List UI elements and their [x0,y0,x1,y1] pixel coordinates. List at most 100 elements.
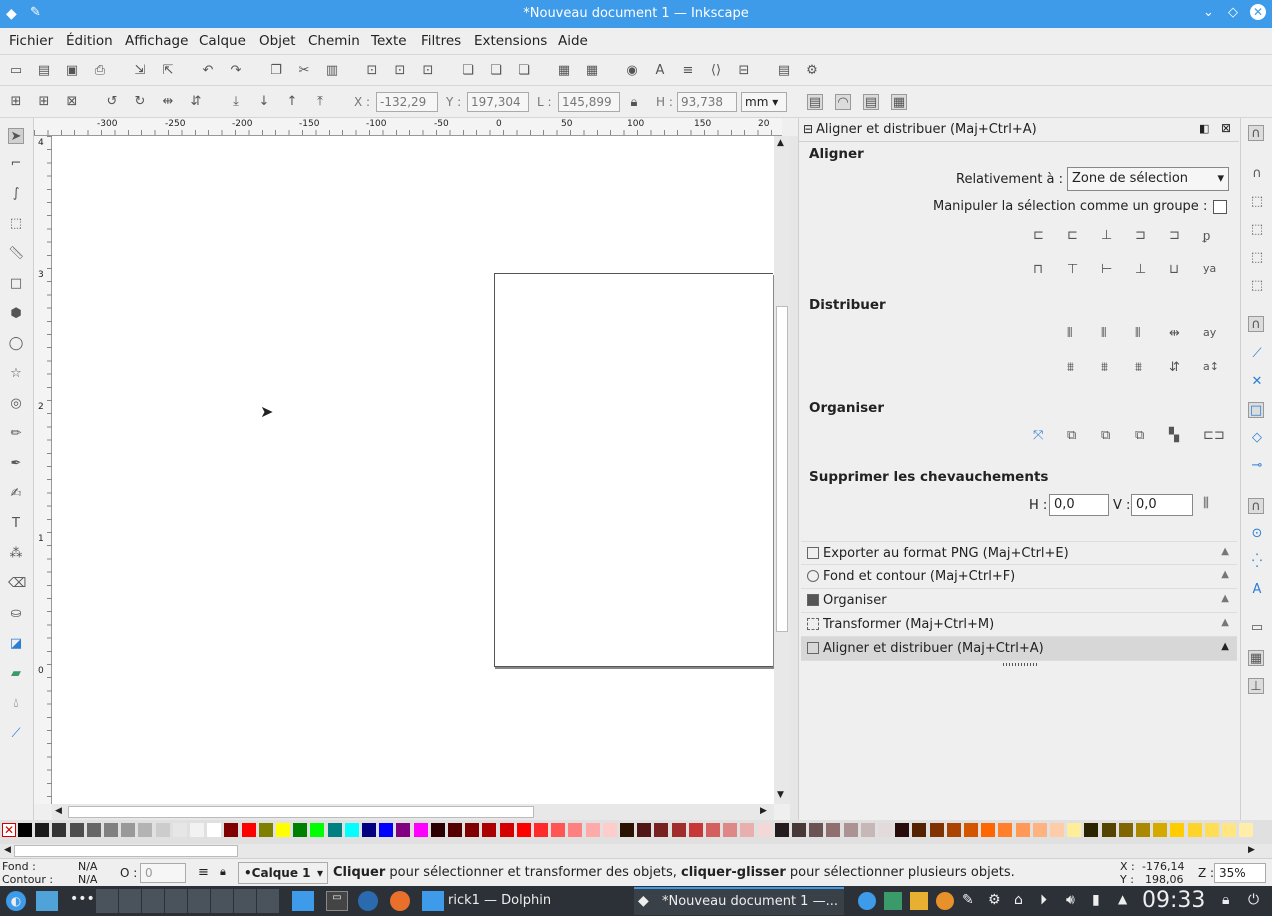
rotate-cw-icon[interactable]: ↻ [132,94,148,110]
color-swatch[interactable] [18,823,32,837]
layer-lock-icon[interactable]: 🔒︎ [220,865,226,879]
scroll-left-icon[interactable]: ◀ [55,806,62,816]
raise-top-icon[interactable]: ⤒ [312,94,328,110]
color-swatch[interactable] [241,823,256,837]
color-swatch[interactable] [774,823,789,837]
color-swatch[interactable] [516,823,531,837]
unclump-icon[interactable]: ⊏⊐ [1203,428,1225,446]
ellipse-tool-icon[interactable]: ◯ [8,336,24,352]
color-swatch[interactable] [1170,823,1185,837]
color-swatch[interactable] [104,823,118,837]
color-swatch[interactable] [912,823,927,837]
more-icon[interactable]: ••• [70,891,95,907]
scroll-up-icon[interactable]: ▲ [777,138,784,148]
align-top-edges-icon[interactable]: ⊤ [1067,262,1085,280]
color-swatch[interactable] [671,823,686,837]
terminal-icon[interactable]: ▭ [326,891,348,911]
randomize-centers-icon[interactable]: ▚ [1169,428,1187,446]
battery-icon[interactable]: ▮ [1092,892,1100,908]
color-swatch[interactable] [1136,823,1150,837]
menu-edition[interactable]: Édition [66,33,113,49]
color-swatch[interactable] [585,823,600,837]
network-tray-icon[interactable] [884,892,902,910]
snap-others-icon[interactable]: ∩ [1248,498,1264,514]
document-page[interactable] [494,273,773,667]
snap-cusp-nodes-icon[interactable]: □ [1248,402,1264,418]
scale-corners-icon[interactable]: ◠ [835,94,851,110]
select-all-icon[interactable]: ⊞ [8,94,24,110]
color-swatch[interactable] [981,823,996,837]
connector-tool-icon[interactable]: ⟋ [8,726,24,742]
files-icon[interactable] [292,891,314,911]
task-dolphin[interactable]: rick1 — Dolphin [420,887,630,915]
color-swatch[interactable] [1084,823,1099,837]
color-swatch[interactable] [396,823,411,837]
remove-overlaps-icon[interactable]: ⫼ [1203,496,1221,514]
align-baselines-h-icon[interactable]: ᵱ [1203,228,1221,246]
distribute-gaps-h-icon[interactable]: ⇹ [1169,326,1187,344]
menu-fichier[interactable]: Fichier [9,33,53,49]
snap-guides-icon[interactable]: ⊥ [1248,678,1264,694]
power-icon[interactable]: ⏻ [1248,892,1259,908]
media-play-icon[interactable]: ⏵ [1040,892,1047,908]
copy-icon[interactable]: ❐ [268,63,284,79]
color-swatch[interactable] [86,823,101,837]
color-swatch[interactable] [1187,823,1202,837]
color-swatch[interactable] [1153,823,1168,837]
color-swatch[interactable] [482,823,497,837]
color-swatch[interactable] [344,823,359,837]
panel-arrange[interactable]: Organiser ▲ [801,589,1237,613]
mesh-tool-icon[interactable]: ▰ [8,666,24,682]
settings-app-icon[interactable] [358,891,378,911]
distribute-left-edges-icon[interactable]: ⫴ [1067,326,1085,344]
spray-tool-icon[interactable]: ⁂ [8,546,24,562]
color-swatch[interactable] [69,823,84,837]
scale-stroke-icon[interactable]: ▤ [807,94,823,110]
new-document-icon[interactable]: ▭ [8,63,24,79]
lower-icon[interactable]: ↓ [256,94,272,110]
snap-object-centers-icon[interactable]: ⊙ [1249,526,1265,542]
align-bottom-edges-icon[interactable]: ⊥ [1135,262,1153,280]
select-all-layers-icon[interactable]: ⊞ [36,94,52,110]
paint-tray-icon[interactable]: ✎ [962,892,974,908]
snap-paths-icon[interactable]: ⟋ [1249,346,1265,362]
app-tray-icon[interactable] [936,892,954,910]
star-tool-icon[interactable]: ☆ [8,366,24,382]
clock[interactable]: 09:33 [1142,888,1205,913]
snap-bbox-midpoints-icon[interactable]: ⬚ [1249,250,1265,266]
raise-icon[interactable]: ↑ [284,94,300,110]
y-input[interactable]: 197,304 [467,92,529,112]
dropper-tool-icon[interactable]: 💧︎ [8,696,24,712]
undo-icon[interactable]: ↶ [200,63,216,79]
export-icon[interactable]: ⇱ [160,63,176,79]
color-swatch[interactable] [878,823,892,837]
exchange-positions-icon[interactable]: ⧉ [1067,428,1085,446]
calligraphy-tool-icon[interactable]: ✍ [8,486,24,502]
ungroup-icon[interactable]: ▦ [584,63,600,79]
color-swatch[interactable] [172,823,187,837]
horizontal-scrollbar[interactable]: ◀ ▶ [52,804,774,820]
zoom-drawing-icon[interactable]: ⊡ [392,63,408,79]
move-patterns-icon[interactable]: ▦ [891,94,907,110]
color-swatch[interactable] [379,823,394,837]
distribute-bottom-edges-icon[interactable]: ⩩ [1135,360,1153,378]
color-swatch[interactable] [1032,823,1047,837]
rectangle-tool-icon[interactable]: □ [8,276,24,292]
palette-scrollbar[interactable]: ◀ ▶ [0,844,1272,858]
distribute-centers-h-icon[interactable]: ⫴ [1101,326,1119,344]
color-swatch[interactable] [1222,823,1236,837]
color-palette[interactable]: ✕ [0,820,1272,844]
color-swatch[interactable] [52,823,67,837]
tray-expand-icon[interactable]: ▲ [1118,892,1127,906]
color-swatch[interactable] [946,823,961,837]
minimize-icon[interactable]: ⌄ [1203,5,1214,20]
dock-splitter[interactable] [790,136,798,820]
color-swatch[interactable] [706,823,720,837]
color-swatch[interactable] [826,823,841,837]
scroll-right-icon[interactable]: ▶ [760,806,767,816]
snap-toggle-icon[interactable]: ∩ [1248,125,1264,141]
snap-text-baseline-icon[interactable]: A [1249,582,1265,598]
menu-texte[interactable]: Texte [371,33,407,49]
color-swatch[interactable] [310,823,325,837]
move-gradients-icon[interactable]: ▤ [863,94,879,110]
